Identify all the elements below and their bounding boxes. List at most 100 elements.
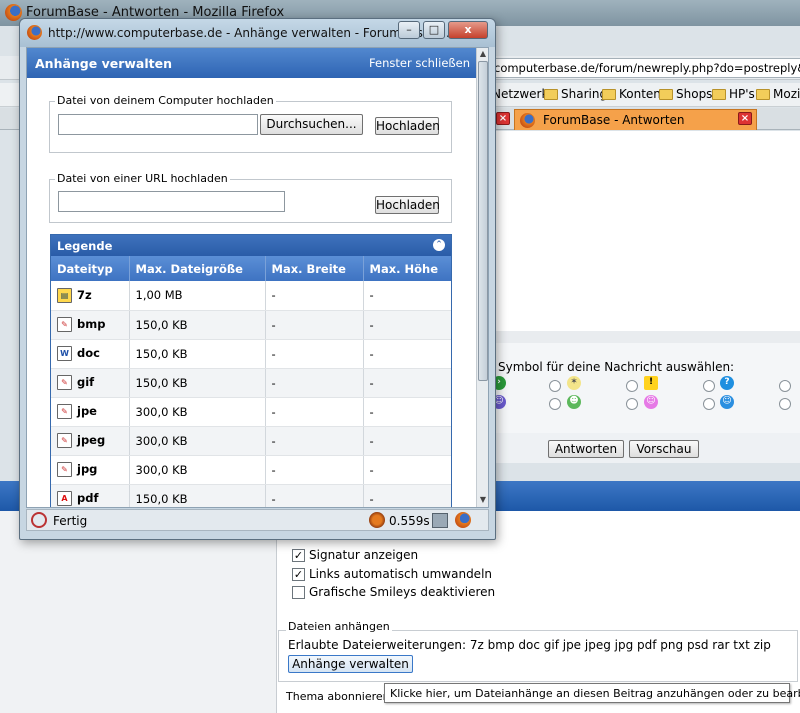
jpe-file-icon: ✎ — [57, 404, 72, 419]
filetype-label: gif — [77, 375, 95, 389]
upload-computer-legend: Datei von deinem Computer hochladen — [55, 94, 276, 107]
table-row: ✎ jpeg 300,0 KB - - — [51, 426, 451, 456]
filetype-label: pdf — [77, 491, 99, 505]
max-size-cell: 300,0 KB — [129, 455, 266, 485]
post-icon-radio[interactable] — [703, 398, 715, 410]
jpeg-file-icon: ✎ — [57, 433, 72, 448]
filetype-cell: ✎ jpeg — [51, 426, 130, 456]
max-height-cell: - — [363, 281, 451, 311]
column-header: Max. Dateigröße — [129, 256, 266, 281]
legend-panel: Legende ⌃ Dateityp Max. Dateigröße Max. … — [50, 234, 452, 507]
filetype-table: Dateityp Max. Dateigröße Max. Breite Max… — [51, 256, 451, 507]
bookmark-konten[interactable]: Konten — [602, 87, 661, 101]
post-icon-radio[interactable] — [779, 380, 791, 392]
legend-header: Legende ⌃ — [51, 235, 451, 256]
option-disable-smileys[interactable]: Grafische Smileys deaktivieren — [292, 585, 495, 599]
popup-statusbar: Fertig 0.559s — [26, 509, 489, 531]
option-auto-links[interactable]: ✓ Links automatisch umwandeln — [292, 567, 492, 581]
popup-scrollbar[interactable]: ▲ ▼ — [476, 48, 488, 507]
firefox-icon — [27, 25, 42, 40]
filetype-label: doc — [77, 346, 100, 360]
firefox-icon — [455, 512, 471, 528]
upload-url-button[interactable]: Hochladen — [375, 196, 440, 214]
reply-button[interactable]: Antworten — [548, 440, 624, 458]
legend-title: Legende — [57, 239, 113, 253]
max-size-cell: 150,0 KB — [129, 368, 266, 398]
lightbulb-icon: ✶ — [567, 376, 581, 390]
attachments-legend: Dateien anhängen — [286, 620, 392, 633]
file-path-input[interactable] — [58, 114, 258, 135]
filetype-label: jpe — [77, 404, 97, 418]
bookmark-shops[interactable]: Shops — [659, 87, 712, 101]
minimize-button[interactable]: – — [398, 21, 420, 39]
filetype-cell: Wdoc — [51, 339, 130, 369]
url-bar[interactable]: computerbase.de/forum/newreply.php?do=po… — [490, 58, 800, 78]
max-height-cell: - — [363, 455, 451, 485]
scroll-up-icon[interactable]: ▲ — [477, 48, 488, 60]
column-header: Max. Höhe — [363, 256, 451, 281]
post-icon-radio[interactable] — [549, 398, 561, 410]
scroll-down-icon[interactable]: ▼ — [477, 494, 488, 506]
column-header: Dateityp — [51, 256, 130, 281]
table-row: ✎ gif 150,0 KB - - — [51, 368, 451, 398]
bookmark-mozilla[interactable]: Mozil — [756, 87, 800, 101]
popup-window: http://www.computerbase.de - Anhänge ver… — [19, 18, 496, 540]
option-signature[interactable]: ✓ Signatur anzeigen — [292, 548, 418, 562]
maximize-button[interactable]: □ — [423, 21, 445, 39]
folder-icon — [756, 88, 770, 100]
post-icon-label: Symbol für deine Nachricht auswählen: — [498, 360, 735, 374]
question-icon: ? — [720, 376, 734, 390]
close-window-link[interactable]: Fenster schließen — [369, 56, 470, 70]
max-width-cell: - — [265, 455, 364, 485]
popup-titlebar: http://www.computerbase.de - Anhänge ver… — [20, 19, 495, 47]
table-row: ✎ bmp 150,0 KB - - — [51, 310, 451, 340]
bmp-file-icon: ✎ — [57, 317, 72, 332]
close-button[interactable]: x — [448, 21, 488, 39]
max-size-cell: 300,0 KB — [129, 426, 266, 456]
collapse-icon[interactable]: ⌃ — [433, 239, 445, 251]
folder-icon — [659, 88, 673, 100]
upload-computer-button[interactable]: Hochladen — [375, 117, 440, 135]
bookmark-sharing[interactable]: Sharing — [544, 87, 607, 101]
tab-close-icon[interactable]: × — [738, 112, 752, 125]
max-height-cell: - — [363, 426, 451, 456]
url-input[interactable] — [58, 191, 285, 212]
divider — [490, 331, 800, 343]
tab-close-icon[interactable]: × — [496, 112, 510, 125]
post-icon-radio[interactable] — [549, 380, 561, 392]
tab-forumbase-antworten[interactable]: ForumBase - Antworten — [514, 109, 757, 130]
warning-icon: ! — [644, 376, 658, 390]
checkbox-checked[interactable]: ✓ — [292, 548, 305, 562]
doc-file-icon: W — [57, 346, 72, 361]
max-width-cell: - — [265, 484, 364, 507]
page-info-icon — [432, 513, 448, 528]
post-icon-radio[interactable] — [703, 380, 715, 392]
table-row: ✎ jpg 300,0 KB - - — [51, 455, 451, 485]
max-width-cell: - — [265, 368, 364, 398]
subscribe-legend: Thema abonnieren — [284, 690, 392, 703]
checkbox-checked[interactable]: ✓ — [292, 567, 305, 581]
status-text: Fertig — [53, 514, 88, 528]
max-width-cell: - — [265, 281, 364, 311]
scroll-thumb[interactable] — [478, 61, 488, 381]
filetype-cell: ▤ 7z — [51, 281, 130, 311]
checkbox-unchecked[interactable] — [292, 585, 305, 599]
load-time: 0.559s — [389, 514, 430, 528]
allowed-extensions: Erlaubte Dateierweiterungen: 7z bmp doc … — [288, 638, 771, 652]
firefox-icon — [5, 4, 22, 21]
bookmark-hps[interactable]: HP's — [712, 87, 755, 101]
post-icon-radio[interactable] — [626, 380, 638, 392]
tooltip: Klicke hier, um Dateianhänge an diesen B… — [384, 683, 800, 703]
max-height-cell: - — [363, 339, 451, 369]
table-row: Wdoc 150,0 KB - - — [51, 339, 451, 369]
column-header: Max. Breite — [265, 256, 364, 281]
bookmark-netzwerk[interactable]: Netzwerk — [492, 87, 548, 101]
preview-button[interactable]: Vorschau — [629, 440, 699, 458]
manage-attachments-button[interactable]: Anhänge verwalten — [288, 655, 413, 673]
max-height-cell: - — [363, 310, 451, 340]
post-icon-radio[interactable] — [779, 398, 791, 410]
editor-area — [490, 131, 800, 331]
max-height-cell: - — [363, 368, 451, 398]
post-icon-radio[interactable] — [626, 398, 638, 410]
browse-button[interactable]: Durchsuchen... — [260, 114, 363, 135]
